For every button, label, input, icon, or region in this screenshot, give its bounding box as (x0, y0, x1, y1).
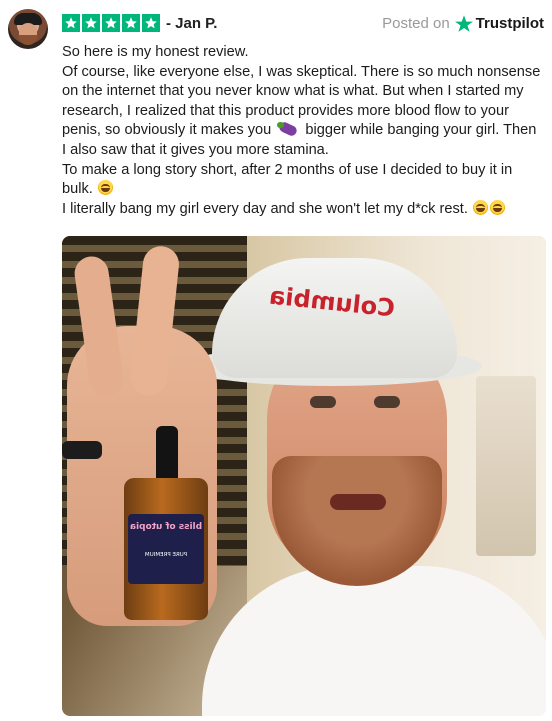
star-icon (142, 14, 160, 32)
laughing-emoji-icon (472, 199, 488, 215)
trustpilot-brand: Trustpilot (475, 15, 544, 32)
review-paragraph: I literally bang my girl every day and s… (62, 199, 542, 220)
eggplant-emoji-icon (277, 121, 299, 138)
review-paragraph: To make a long story short, after 2 mont… (62, 161, 542, 200)
avatar (8, 9, 48, 49)
star-icon (82, 14, 100, 32)
review-line: I literally bang my girl every day and s… (62, 200, 468, 217)
laughing-emoji-icon (489, 199, 505, 215)
review-line: So here is my honest review. (62, 44, 249, 60)
bottle-label-subtitle: PURE PREMIUM (144, 552, 188, 558)
reviewer-name: - Jan P. (166, 15, 218, 32)
review-photo[interactable]: Columbia bliss of utopia PURE PREMIUM (62, 236, 546, 716)
review-card: - Jan P. Posted on Trustpilot So here is… (0, 0, 552, 721)
review-paragraph: Of course, like everyone else, I was ske… (62, 63, 542, 161)
star-icon (122, 14, 140, 32)
star-icon (62, 14, 80, 32)
review-text: So here is my honest review. Of course, … (62, 43, 542, 219)
star-icon (102, 14, 120, 32)
bottle-label-title: bliss of utopia (129, 522, 203, 532)
trustpilot-star-icon (454, 15, 473, 32)
bottle-dropper (156, 426, 178, 480)
review-line: To make a long story short, after 2 mont… (62, 161, 513, 198)
posted-on-label: Posted on (382, 15, 450, 32)
star-rating (62, 14, 160, 32)
posted-on-trustpilot[interactable]: Posted on Trustpilot (382, 14, 544, 34)
ring (62, 441, 102, 459)
laughing-emoji-icon (97, 180, 113, 196)
